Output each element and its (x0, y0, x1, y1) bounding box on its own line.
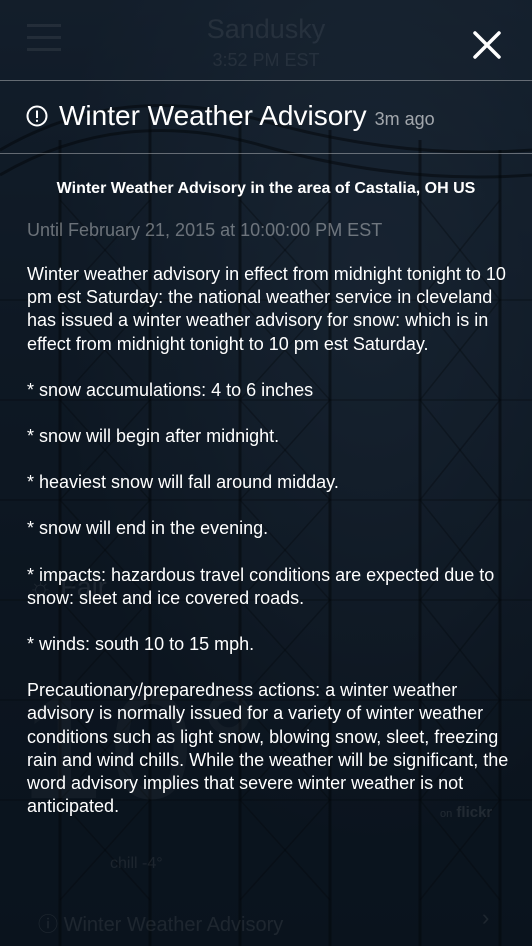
header-divider (0, 153, 532, 154)
alert-detail-overlay: Winter Weather Advisory 3m ago Winter We… (0, 0, 532, 946)
alert-body: Winter Weather Advisory in the area of C… (27, 180, 509, 841)
alert-paragraph: * heaviest snow will fall around midday. (27, 472, 339, 493)
alert-paragraph: * snow will end in the evening. (27, 518, 269, 539)
alert-paragraph: Winter weather advisory in effect from m… (27, 264, 506, 354)
close-x-icon (473, 31, 501, 59)
alert-paragraph: Precautionary/preparedness actions: a wi… (27, 680, 509, 817)
alert-title: Winter Weather Advisory (59, 100, 367, 131)
alert-paragraph: * winds: south 10 to 15 mph. (27, 634, 255, 655)
alert-age: 3m ago (374, 108, 435, 129)
until-date: Until February 21, 2015 at 10:00:00 PM E… (27, 220, 383, 240)
top-divider (0, 80, 532, 81)
alert-paragraph: * snow accumulations: 4 to 6 inches (27, 379, 314, 400)
area-heading: Winter Weather Advisory in the area of C… (56, 180, 476, 197)
exclamation-circle-icon (26, 105, 48, 127)
close-button[interactable] (466, 24, 508, 66)
alert-header: Winter Weather Advisory 3m ago (26, 96, 516, 136)
alert-paragraph: * snow will begin after midnight. (27, 426, 280, 447)
alert-paragraph: * impacts: hazardous travel conditions a… (27, 564, 495, 608)
